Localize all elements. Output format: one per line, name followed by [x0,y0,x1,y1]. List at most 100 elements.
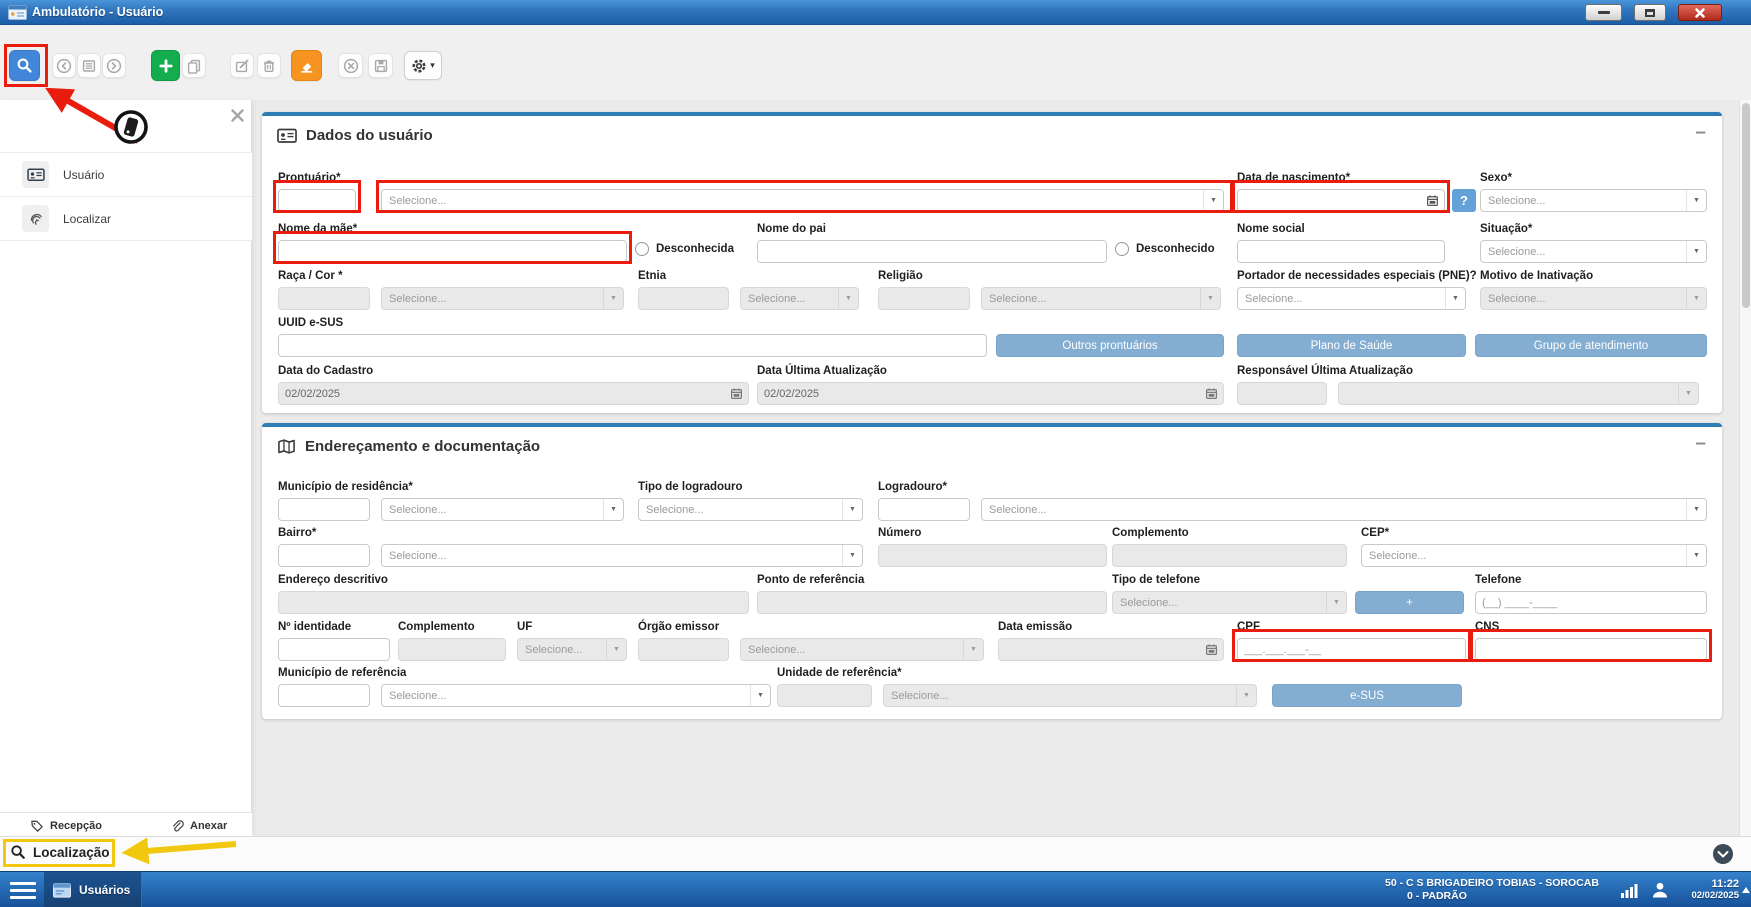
tipo-telefone-label: Tipo de telefone [1112,574,1347,587]
recepcao-button[interactable]: Recepção [30,819,102,833]
nome-mae-input[interactable] [278,240,627,263]
prontuario-input[interactable] [278,189,356,212]
identidade-input[interactable] [278,638,390,661]
cep-label: CEP* [1361,527,1707,540]
clear-button[interactable] [291,50,322,81]
sexo-select[interactable]: Selecione...▼ [1480,189,1707,212]
edit-button[interactable] [230,53,254,78]
situacao-select[interactable]: Selecione...▼ [1480,240,1707,263]
logradouro-input[interactable] [878,498,970,521]
collapse-icon[interactable]: – [1695,122,1706,144]
outros-prontuarios-button[interactable]: Outros prontuários [996,334,1224,357]
minimize-button[interactable] [1585,4,1622,21]
municipio-residencia-input[interactable] [278,498,370,521]
nome-pai-input[interactable] [757,240,1107,263]
municipio-residencia-select[interactable]: Selecione...▼ [381,498,624,521]
usuario-select[interactable]: Selecione...▼ [381,189,1224,212]
map-icon [277,438,296,455]
pne-select[interactable]: Selecione...▼ [1237,287,1466,310]
divider [0,240,252,241]
arrow-right-circle-icon [106,58,122,74]
cpf-input[interactable] [1237,638,1466,661]
vertical-scrollbar[interactable] [1739,100,1751,836]
sidebar-footer: Recepção Anexar [0,812,252,836]
app-window: Ambulatório - Usuário [0,0,1751,907]
sidebar-close-button[interactable] [230,108,245,123]
maximize-icon [1645,9,1655,17]
cancel-button[interactable] [338,53,363,78]
municipio-referencia-select[interactable]: Selecione...▼ [381,684,771,707]
caret-down-icon: ▼ [1686,241,1706,262]
cep-select[interactable]: Selecione...▼ [1361,544,1707,567]
copy-icon [186,58,202,74]
situacao-label: Situação* [1480,223,1707,236]
etnia-label: Etnia [638,270,859,283]
nome-social-label: Nome social [1237,223,1445,236]
municipio-referencia-input[interactable] [278,684,370,707]
uuid-esus-input[interactable] [278,334,987,357]
collapse-icon[interactable]: – [1695,433,1706,455]
settings-button[interactable]: ▾ [404,51,442,80]
data-ultima-input [757,382,1224,405]
menu-icon[interactable] [10,882,36,899]
bairro-select[interactable]: Selecione...▼ [381,544,863,567]
caret-down-icon: ▼ [1326,592,1346,613]
panel-enderecamento: Endereçamento e documentação – Município… [262,423,1722,719]
save-button[interactable] [368,53,393,78]
plano-saude-button[interactable]: Plano de Saúde [1237,334,1466,357]
add-button[interactable] [151,50,180,81]
tipo-telefone-select: Selecione...▼ [1112,591,1347,614]
arrow-left-circle-icon [56,58,72,74]
help-button[interactable]: ? [1452,189,1476,212]
add-telefone-button[interactable]: + [1355,591,1464,614]
logradouro-select[interactable]: Selecione...▼ [981,498,1707,521]
time-label: 11:22 [1683,878,1739,890]
minimize-icon [1598,11,1610,14]
cns-input[interactable] [1475,638,1707,661]
show-hidden-icon[interactable] [1742,887,1750,893]
radio-icon [1115,242,1129,256]
sidebar-item-usuario[interactable]: Usuário [0,152,252,196]
user-icon[interactable] [1650,880,1670,900]
raca-cor-label: Raça / Cor * [278,270,624,283]
localizacao-toggle[interactable]: Localização [10,844,110,860]
eraser-icon [298,57,315,74]
anexar-button[interactable]: Anexar [170,819,227,833]
bottom-bar: Localização [0,836,1751,871]
panel-title: Endereçamento e documentação [305,438,540,455]
list-button[interactable] [77,53,101,78]
tag-icon [30,819,44,833]
uf-label: UF [517,621,627,634]
nome-social-input[interactable] [1237,240,1445,263]
delete-button[interactable] [257,53,281,78]
telefone-input[interactable] [1475,591,1707,614]
taskbar-app-usuarios[interactable]: Usuários [44,872,142,907]
chevron-down-icon [1712,843,1734,865]
tipo-logradouro-select[interactable]: Selecione...▼ [638,498,863,521]
caret-down-icon: ▼ [603,499,623,520]
close-button[interactable] [1678,4,1722,21]
grupo-atendimento-button[interactable]: Grupo de atendimento [1475,334,1707,357]
copy-button[interactable] [182,53,206,78]
date-label: 02/02/2025 [1683,890,1739,902]
scrollbar-thumb[interactable] [1742,103,1750,308]
desconhecida-radio[interactable]: Desconhecida [635,242,734,256]
data-nascimento-input[interactable] [1237,189,1445,212]
caret-down-icon: ▼ [606,639,626,660]
data-nascimento-label: Data de nascimento* [1237,172,1445,185]
search-button[interactable] [9,50,40,81]
esus-button[interactable]: e-SUS [1272,684,1462,707]
sidebar-item-localizar[interactable]: Localizar [0,196,252,240]
caret-down-icon: ▼ [1686,499,1706,520]
list-icon [81,58,97,74]
next-button[interactable] [102,53,126,78]
toolbar: ▾ [0,25,1751,100]
bairro-input[interactable] [278,544,370,567]
maximize-button[interactable] [1634,4,1666,21]
app-icon [8,5,27,20]
previous-button[interactable] [52,53,76,78]
expand-section-button[interactable] [1712,843,1734,865]
desconhecido-radio[interactable]: Desconhecido [1115,242,1215,256]
responsavel-input [1237,382,1327,405]
complemento2-input [398,638,506,661]
